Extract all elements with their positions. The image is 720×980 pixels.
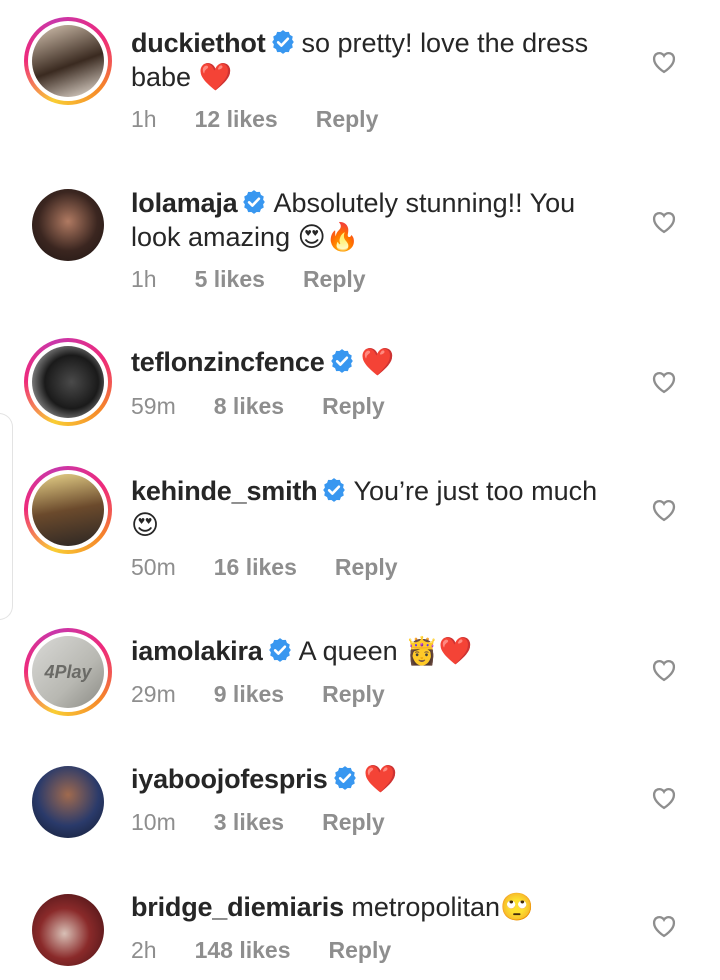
comment-body-cont: look amazing	[131, 222, 291, 252]
comment-text: teflonzincfence ❤️	[131, 345, 621, 380]
comment-text: iamolakira A queen 👸❤️	[131, 634, 621, 669]
heart-outline-icon[interactable]	[650, 368, 678, 396]
avatar-story-ring[interactable]	[24, 466, 112, 554]
avatar	[32, 474, 104, 546]
verified-badge-icon	[332, 765, 358, 791]
comment-text: bridge_diemiaris metropolitan🙄	[131, 890, 621, 925]
avatar-wrap[interactable]	[24, 758, 112, 846]
heart-outline-icon[interactable]	[650, 208, 678, 236]
scroll-indicator	[0, 413, 13, 620]
comment-text: kehinde_smith You’re just too much 😍	[131, 474, 621, 543]
comment-meta: 59m 8 likes Reply	[131, 393, 385, 420]
avatar-story-ring[interactable]	[24, 338, 112, 426]
comment-body: metropolitan	[351, 892, 500, 922]
verified-badge-icon	[267, 637, 293, 663]
reply-button[interactable]: Reply	[303, 266, 366, 293]
comment-body: You’re just too much	[353, 476, 598, 506]
comment-time: 2h	[131, 937, 157, 963]
comment-time: 1h	[131, 106, 157, 132]
avatar-wrap[interactable]	[24, 181, 112, 269]
comment-text: iyaboojofespris ❤️	[131, 762, 621, 797]
comment-likes[interactable]: 148 likes	[195, 937, 291, 964]
comment-time: 10m	[131, 809, 176, 835]
reply-button[interactable]: Reply	[316, 106, 379, 133]
avatar	[32, 894, 104, 966]
avatar: 4Play	[32, 636, 104, 708]
comment-body: so pretty! love the dress	[301, 28, 589, 58]
heart-outline-icon[interactable]	[650, 48, 678, 76]
comment-meta: 50m 16 likes Reply	[131, 554, 398, 581]
comment-time: 29m	[131, 681, 176, 707]
reply-button[interactable]: Reply	[322, 809, 385, 836]
comment-likes[interactable]: 5 likes	[195, 266, 265, 293]
comment-likes[interactable]: 16 likes	[214, 554, 297, 581]
comment-body: Absolutely stunning!! You	[273, 188, 576, 218]
comment-username[interactable]: duckiethot	[131, 28, 266, 58]
reply-button[interactable]: Reply	[335, 554, 398, 581]
comment-emoji: ❤️	[360, 347, 395, 378]
reply-button[interactable]: Reply	[329, 937, 392, 964]
comment-meta: 1h 12 likes Reply	[131, 106, 378, 133]
reply-button[interactable]: Reply	[322, 393, 385, 420]
comment-username[interactable]: iamolakira	[131, 636, 263, 666]
comment-username[interactable]: iyaboojofespris	[131, 764, 328, 794]
comment-emoji: 👸❤️	[405, 636, 473, 667]
comment-username[interactable]: teflonzincfence	[131, 347, 325, 377]
heart-outline-icon[interactable]	[650, 912, 678, 940]
avatar-story-ring[interactable]	[24, 17, 112, 105]
verified-badge-icon	[241, 189, 267, 215]
verified-badge-icon	[270, 29, 296, 55]
comment-time: 50m	[131, 554, 176, 580]
comment-emoji: ❤️	[198, 62, 233, 93]
heart-outline-icon[interactable]	[650, 496, 678, 524]
comment-time: 59m	[131, 393, 176, 419]
comment-likes[interactable]: 8 likes	[214, 393, 284, 420]
comment-body-cont: babe	[131, 62, 192, 92]
comment-emoji: 😍	[131, 510, 160, 541]
comment-username[interactable]: lolamaja	[131, 188, 238, 218]
comment-emoji: 🙄	[500, 892, 534, 923]
avatar	[32, 189, 104, 261]
comment-meta: 10m 3 likes Reply	[131, 809, 385, 836]
comment-emoji: 😍🔥	[297, 222, 360, 253]
comment-emoji: ❤️	[363, 764, 398, 795]
avatar-story-ring[interactable]: 4Play	[24, 628, 112, 716]
comment-username[interactable]: kehinde_smith	[131, 476, 318, 506]
comment-username[interactable]: bridge_diemiaris	[131, 892, 344, 922]
avatar-wrap[interactable]	[24, 886, 112, 974]
verified-badge-icon	[329, 348, 355, 374]
comment-text: duckiethot so pretty! love the dress babe…	[131, 26, 621, 95]
heart-outline-icon[interactable]	[650, 784, 678, 812]
comment-likes[interactable]: 12 likes	[195, 106, 278, 133]
comment-body: A queen	[298, 636, 398, 666]
comment-meta: 2h 148 likes Reply	[131, 937, 391, 964]
comment-likes[interactable]: 9 likes	[214, 681, 284, 708]
comment-likes[interactable]: 3 likes	[214, 809, 284, 836]
avatar	[32, 25, 104, 97]
comment-meta: 29m 9 likes Reply	[131, 681, 385, 708]
avatar	[32, 346, 104, 418]
comment-meta: 1h 5 likes Reply	[131, 266, 366, 293]
heart-outline-icon[interactable]	[650, 656, 678, 684]
comment-text: lolamaja Absolutely stunning!! You look a…	[131, 186, 621, 255]
verified-badge-icon	[321, 477, 347, 503]
reply-button[interactable]: Reply	[322, 681, 385, 708]
avatar	[32, 766, 104, 838]
comment-time: 1h	[131, 266, 157, 292]
